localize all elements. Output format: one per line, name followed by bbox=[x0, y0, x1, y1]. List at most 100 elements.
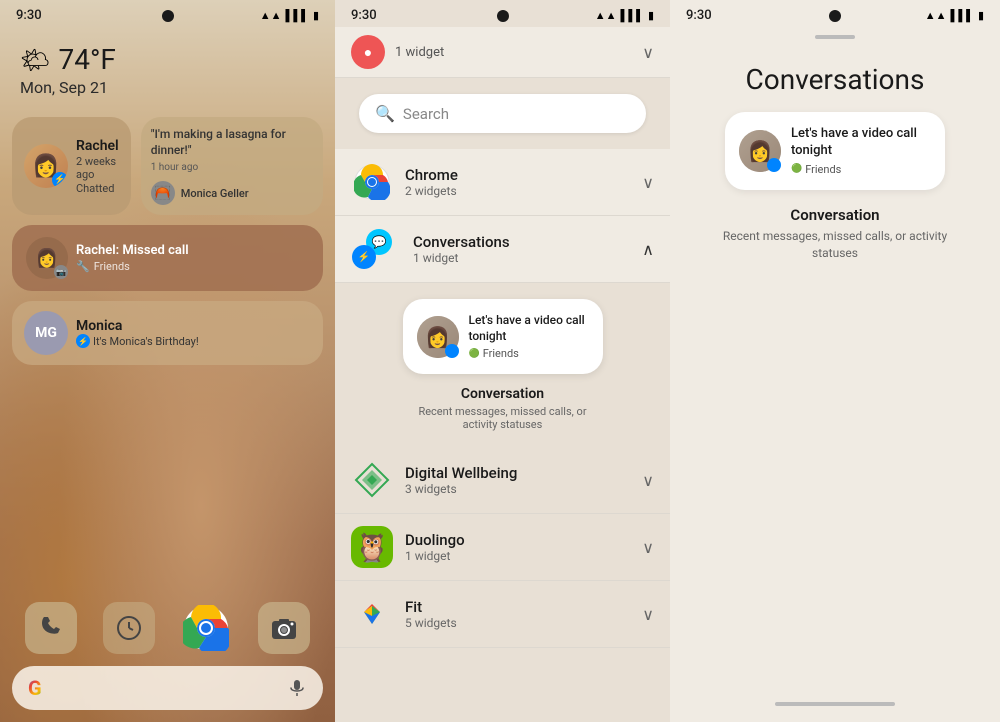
camera-dot-home bbox=[162, 10, 174, 22]
weather-widget: 🌤 74°F Mon, Sep 21 bbox=[0, 27, 335, 105]
monica-geller-name: Monica Geller bbox=[181, 187, 249, 200]
dw-count: 3 widgets bbox=[405, 482, 634, 496]
rachel-action: Chatted bbox=[76, 182, 119, 195]
conversations-section: 💬 ⚡ Conversations 1 widget ∧ bbox=[335, 216, 670, 447]
status-bar-home: 9:30 ▲▲ ▌▌▌ ▮ bbox=[0, 0, 335, 27]
widget-picker-panel: 9:30 ▲▲ ▌▌▌ ▮ ● 1 widget ∨ 🔍 Search bbox=[335, 0, 670, 722]
signal-icon-home: ▌▌▌ bbox=[286, 9, 309, 22]
app-row bbox=[12, 602, 323, 654]
missed-call-badge: 📷 bbox=[54, 265, 68, 279]
convo-detail-spacer bbox=[670, 277, 1000, 690]
cdwl-title: Conversation bbox=[710, 206, 960, 224]
duolingo-info: Duolingo 1 widget bbox=[405, 531, 634, 563]
partial-icon: ● bbox=[351, 35, 385, 69]
lasagna-time: 1 hour ago bbox=[151, 162, 198, 173]
partial-widget-count: 1 widget bbox=[395, 45, 634, 60]
camera-dot-widget bbox=[497, 10, 509, 22]
convo-detail-content: Let's have a video call tonight 🟢 Friend… bbox=[791, 126, 931, 176]
battery-icon-home: ▮ bbox=[313, 9, 319, 22]
dw-widget-icon bbox=[351, 459, 393, 501]
signal-icon-convo: ▌▌▌ bbox=[951, 9, 974, 22]
chrome-app-icon[interactable] bbox=[180, 602, 232, 654]
widgets-area: 👩 ⚡ Rachel 2 weeks ago Chatted "I'm maki… bbox=[0, 105, 335, 365]
conversations-chevron[interactable]: ∧ bbox=[642, 240, 654, 259]
convo-detail-from-name: Friends bbox=[805, 163, 841, 176]
messenger-bolt: ⚡ bbox=[358, 252, 370, 263]
cd-badge bbox=[767, 158, 781, 172]
clock-app-icon[interactable] bbox=[103, 602, 155, 654]
widget-preview-message: Let's have a video call tonight bbox=[469, 313, 589, 344]
widget-list: Chrome 2 widgets ∨ 💬 ⚡ bbox=[335, 149, 670, 722]
widget-row-1: 👩 ⚡ Rachel 2 weeks ago Chatted "I'm maki… bbox=[12, 117, 323, 215]
lasagna-status-widget[interactable]: "I'm making a lasagna for dinner!" 1 hou… bbox=[141, 117, 323, 215]
wifi-icon-widget: ▲▲ bbox=[595, 9, 617, 22]
wifi-icon-home: ▲▲ bbox=[260, 9, 282, 22]
weather-temp: 74°F bbox=[58, 43, 115, 76]
conversations-header[interactable]: 💬 ⚡ Conversations 1 widget ∧ bbox=[335, 216, 670, 283]
widget-preview-content: Let's have a video call tonight 🟢 Friend… bbox=[469, 313, 589, 360]
scroll-handle-bar bbox=[815, 35, 855, 39]
fit-app-item[interactable]: Fit 5 widgets ∨ bbox=[335, 581, 670, 648]
chrome-widget-icon bbox=[351, 161, 393, 203]
signal-icon-widget: ▌▌▌ bbox=[621, 9, 644, 22]
conversations-count: 1 widget bbox=[413, 251, 634, 265]
dw-app-item[interactable]: Digital Wellbeing 3 widgets ∨ bbox=[335, 447, 670, 514]
convo-detail-widget-label: Conversation Recent messages, missed cal… bbox=[690, 206, 980, 262]
dw-chevron[interactable]: ∨ bbox=[642, 471, 654, 490]
duolingo-count: 1 widget bbox=[405, 549, 634, 563]
fit-chevron[interactable]: ∨ bbox=[642, 605, 654, 624]
widget-search-bar[interactable]: 🔍 Search bbox=[359, 94, 646, 133]
duolingo-owl: 🦉 bbox=[355, 531, 390, 564]
status-time-home: 9:30 bbox=[16, 8, 42, 23]
wrench-icon: 🔧 bbox=[76, 260, 90, 273]
missed-call-widget[interactable]: 👩 📷 Rachel: Missed call 🔧 Friends bbox=[12, 225, 323, 291]
google-search-bar[interactable]: G bbox=[12, 666, 323, 710]
chrome-app-item[interactable]: Chrome 2 widgets ∨ bbox=[335, 149, 670, 216]
partial-app-item: ● 1 widget ∨ bbox=[335, 27, 670, 78]
conversations-detail-panel: 9:30 ▲▲ ▌▌▌ ▮ Conversations 👩 Let's have… bbox=[670, 0, 1000, 722]
conversations-name: Conversations bbox=[413, 233, 634, 251]
camera-svg bbox=[270, 614, 298, 642]
dw-icon-svg bbox=[354, 462, 390, 498]
missed-call-avatar: 👩 📷 bbox=[26, 237, 68, 279]
clock-svg bbox=[115, 614, 143, 642]
missed-call-info: Rachel: Missed call 🔧 Friends bbox=[76, 243, 189, 273]
fit-name: Fit bbox=[405, 598, 634, 616]
dw-name: Digital Wellbeing bbox=[405, 464, 634, 482]
monica-name: Monica bbox=[76, 318, 199, 334]
duolingo-widget-icon: 🦉 bbox=[351, 526, 393, 568]
convo-detail-card[interactable]: 👩 Let's have a video call tonight 🟢 Frie… bbox=[725, 112, 945, 190]
rachel-avatar: 👩 ⚡ bbox=[24, 144, 68, 188]
phone-svg bbox=[37, 614, 65, 642]
conversations-detail-title: Conversations bbox=[670, 43, 1000, 112]
cdwl-desc: Recent messages, missed calls, or activi… bbox=[710, 228, 960, 262]
convo-detail-preview: 👩 Let's have a video call tonight 🟢 Frie… bbox=[670, 112, 1000, 277]
list-bottom-spacer bbox=[335, 648, 670, 688]
chrome-chevron[interactable]: ∨ bbox=[642, 173, 654, 192]
scroll-handle-convo bbox=[670, 27, 1000, 43]
phone-app-icon[interactable] bbox=[25, 602, 77, 654]
rachel-name: Rachel bbox=[76, 138, 119, 154]
chrome-icon-svg bbox=[354, 164, 390, 200]
status-icons-home: ▲▲ ▌▌▌ ▮ bbox=[260, 9, 319, 22]
dock-area: G bbox=[0, 602, 335, 722]
bottom-handle-convo bbox=[670, 690, 1000, 722]
widget-preview-avatar: 👩 bbox=[417, 316, 459, 358]
missed-call-group: Friends bbox=[94, 260, 130, 273]
duolingo-name: Duolingo bbox=[405, 531, 634, 549]
duolingo-chevron[interactable]: ∨ bbox=[642, 538, 654, 557]
camera-app-icon[interactable] bbox=[258, 602, 310, 654]
duolingo-app-item[interactable]: 🦉 Duolingo 1 widget ∨ bbox=[335, 514, 670, 581]
status-icons-convo: ▲▲ ▌▌▌ ▮ bbox=[925, 9, 984, 22]
conversations-info: Conversations 1 widget bbox=[413, 233, 634, 265]
widget-label-desc: Recent messages, missed calls, or activi… bbox=[403, 405, 603, 431]
conv-messenger-icon: ⚡ bbox=[352, 245, 376, 269]
rachel-chat-widget[interactable]: 👩 ⚡ Rachel 2 weeks ago Chatted bbox=[12, 117, 131, 215]
messenger-icon: ⚡ bbox=[54, 175, 65, 185]
status-time-widget: 9:30 bbox=[351, 8, 377, 23]
monica-birthday-widget[interactable]: MG Monica ⚡ It's Monica's Birthday! bbox=[12, 301, 323, 365]
chrome-info: Chrome 2 widgets bbox=[405, 166, 634, 198]
widget-from-name: Friends bbox=[483, 347, 519, 360]
widget-preview-card[interactable]: 👩 Let's have a video call tonight 🟢 Frie… bbox=[403, 299, 603, 374]
monica-sub: ⚡ It's Monica's Birthday! bbox=[76, 334, 199, 348]
